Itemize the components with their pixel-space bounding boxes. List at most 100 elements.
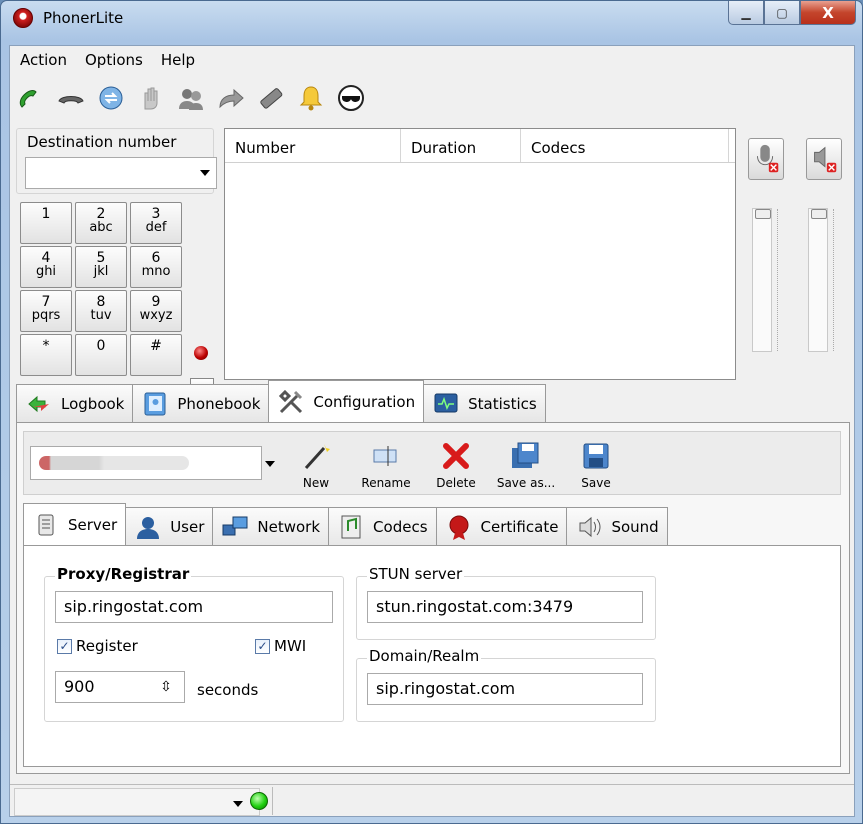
key-4[interactable]: 4 ghi	[20, 246, 72, 288]
stun-server-input[interactable]: stun.ringostat.com:3479	[367, 591, 643, 623]
destination-combobox[interactable]	[25, 157, 217, 189]
domain-realm-input[interactable]: sip.ringostat.com	[367, 673, 643, 705]
network-icon	[222, 516, 248, 535]
subtab-sound[interactable]: Sound	[566, 507, 668, 545]
app-logo-icon	[13, 8, 33, 28]
subtab-network[interactable]: Network	[212, 507, 330, 545]
proxy-registrar-input[interactable]: sip.ringostat.com	[55, 591, 333, 623]
registration-status-green-icon	[250, 792, 268, 810]
tab-statistics[interactable]: Statistics	[423, 384, 546, 422]
floppy-save-icon	[583, 443, 609, 469]
seconds-label: seconds	[197, 681, 259, 699]
key-9[interactable]: 9 wxyz	[130, 290, 182, 332]
subtab-user[interactable]: User	[125, 507, 214, 545]
transfer-icon[interactable]	[96, 82, 126, 114]
subtab-server[interactable]: Server	[23, 503, 127, 545]
dropdown-arrow-icon[interactable]	[265, 461, 275, 467]
sunglasses-icon[interactable]	[336, 82, 366, 114]
statistics-icon	[434, 393, 458, 412]
destination-group: Destination number	[16, 128, 217, 194]
rename-icon	[373, 446, 397, 466]
dnd-icon[interactable]	[256, 82, 286, 114]
minimize-button[interactable]: ▁	[728, 1, 764, 25]
codecs-icon	[341, 515, 361, 538]
logbook-icon	[28, 395, 49, 412]
key-3[interactable]: 3 def	[130, 202, 182, 244]
domain-realm-label: Domain/Realm	[367, 647, 482, 665]
mic-volume-slider[interactable]	[752, 208, 778, 352]
key-hash[interactable]: #	[130, 334, 182, 376]
destination-label: Destination number	[27, 133, 177, 151]
key-2[interactable]: 2 abc	[75, 202, 127, 244]
register-checkbox[interactable]: ✓ Register	[57, 637, 138, 655]
key-6[interactable]: 6 mno	[130, 246, 182, 288]
maximize-button[interactable]: ▢	[764, 1, 800, 25]
tab-configuration[interactable]: Configuration	[268, 380, 425, 422]
speaker-mute-button[interactable]	[806, 138, 842, 180]
key-0[interactable]: 0	[75, 334, 127, 376]
speaker-muted-icon	[814, 146, 837, 173]
slider-thumb[interactable]	[755, 209, 771, 219]
status-bar	[10, 784, 854, 816]
hold-hand-icon[interactable]	[136, 82, 166, 114]
user-icon	[137, 516, 160, 539]
subtab-certificate[interactable]: Certificate	[435, 507, 568, 545]
key-1[interactable]: 1	[20, 202, 72, 244]
profile-bar: New Rename Delete Save as... Save	[23, 431, 841, 495]
rename-profile-button[interactable]: Rename	[352, 438, 420, 492]
stun-server-group: STUN server stun.ringostat.com:3479	[356, 565, 656, 640]
proxy-registrar-group: Proxy/Registrar sip.ringostat.com ✓ Regis…	[44, 565, 344, 722]
tab-logbook[interactable]: Logbook	[16, 384, 134, 422]
slider-thumb[interactable]	[811, 209, 827, 219]
bell-icon[interactable]	[296, 82, 326, 114]
menu-help[interactable]: Help	[161, 51, 195, 69]
save-as-profile-button[interactable]: Save as...	[492, 438, 560, 492]
subtab-codecs[interactable]: Codecs	[328, 507, 437, 545]
account-status-combobox[interactable]	[14, 788, 260, 816]
column-codecs[interactable]: Codecs	[521, 129, 729, 162]
tab-phonebook[interactable]: Phonebook	[132, 384, 270, 422]
column-duration[interactable]: Duration	[401, 129, 521, 162]
delete-icon	[443, 443, 469, 469]
key-star[interactable]: *	[20, 334, 72, 376]
spin-updown-icon[interactable]: ⇳	[157, 675, 175, 699]
hangup-icon[interactable]	[56, 82, 86, 114]
phonebook-icon	[144, 392, 166, 415]
status-led-red-icon	[194, 346, 208, 360]
menu-options[interactable]: Options	[85, 51, 143, 69]
speaker-volume-slider[interactable]	[808, 208, 834, 352]
conference-icon[interactable]	[176, 82, 206, 114]
stun-server-label: STUN server	[367, 565, 465, 583]
main-toolbar	[16, 78, 366, 118]
column-number[interactable]: Number	[225, 129, 401, 162]
key-8[interactable]: 8 tuv	[75, 290, 127, 332]
close-button[interactable]: X	[800, 1, 856, 25]
title-bar: PhonerLite ▁ ▢ X	[1, 1, 862, 37]
configuration-panel: New Rename Delete Save as... Save Server…	[16, 422, 850, 774]
menu-bar: Action Options Help	[10, 46, 854, 74]
menu-action[interactable]: Action	[20, 51, 67, 69]
checkmark-icon: ✓	[255, 638, 270, 654]
configuration-tools-icon	[279, 389, 303, 413]
forward-icon[interactable]	[216, 82, 246, 114]
call-list[interactable]: Number Duration Codecs	[224, 128, 736, 380]
microphone-muted-icon	[757, 144, 779, 173]
server-settings-panel: Proxy/Registrar sip.ringostat.com ✓ Regis…	[23, 545, 841, 767]
profile-combobox[interactable]	[30, 446, 275, 480]
checkmark-icon: ✓	[57, 638, 72, 654]
call-icon[interactable]	[16, 82, 46, 114]
dropdown-arrow-icon[interactable]	[200, 170, 210, 176]
sound-speaker-icon	[579, 516, 601, 537]
mwi-checkbox[interactable]: ✓ MWI	[255, 637, 306, 655]
key-7[interactable]: 7 pqrs	[20, 290, 72, 332]
new-profile-button[interactable]: New	[282, 438, 350, 492]
domain-realm-group: Domain/Realm sip.ringostat.com	[356, 647, 656, 722]
dropdown-arrow-icon[interactable]	[233, 801, 243, 807]
mic-mute-button[interactable]	[748, 138, 784, 180]
key-5[interactable]: 5 jkl	[75, 246, 127, 288]
main-tabs: Logbook Phonebook Configuration Statisti…	[16, 380, 546, 422]
server-icon	[38, 514, 54, 535]
window-title: PhonerLite	[43, 9, 124, 27]
delete-profile-button[interactable]: Delete	[422, 438, 490, 492]
save-profile-button[interactable]: Save	[562, 438, 630, 492]
